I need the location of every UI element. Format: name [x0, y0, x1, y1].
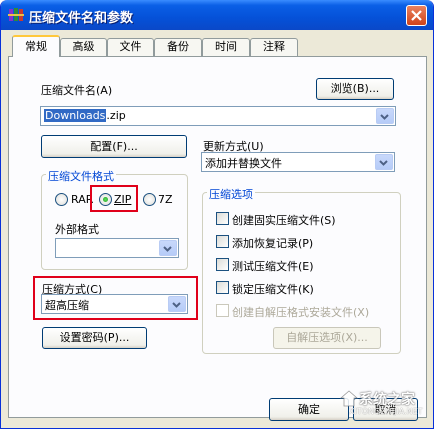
solid-archive-label: 创建固实压缩文件(S): [232, 214, 336, 227]
profiles-button[interactable]: 配置(F)...: [41, 135, 187, 158]
test-archive-label: 测试压缩文件(E): [232, 260, 314, 273]
dropdown-arrow-button[interactable]: [168, 296, 186, 312]
tab-backup[interactable]: 备份: [154, 38, 202, 56]
winrar-icon: [8, 7, 25, 23]
sfx-archive-checkbox[interactable]: [216, 304, 229, 317]
archive-name-combobox[interactable]: Downloads.zip: [40, 106, 396, 126]
chevron-down-icon: [172, 302, 181, 308]
tab-label: 常规: [25, 40, 47, 53]
recovery-record-label: 添加恢复记录(P): [232, 237, 314, 250]
sfx-archive-label: 创建自解压格式安装文件(X): [232, 306, 370, 319]
dropdown-arrow-button[interactable]: [376, 108, 394, 124]
dropdown-arrow-button[interactable]: [159, 240, 177, 256]
compression-method-select[interactable]: 超高压缩: [41, 294, 188, 314]
update-mode-value: 添加并替换文件: [205, 157, 282, 170]
format-7z-label: 7Z: [158, 193, 173, 206]
format-zip-label: ZIP: [114, 193, 132, 206]
archive-name-extension: .zip: [106, 109, 126, 122]
sfx-options-button[interactable]: 自解压选项(X)...: [273, 327, 381, 349]
tab-time[interactable]: 时间: [202, 38, 250, 56]
tab-advanced[interactable]: 高级: [60, 38, 107, 56]
chevron-down-icon: [163, 246, 172, 252]
close-icon: [411, 10, 422, 21]
archive-name-value: Downloads.zip: [44, 109, 126, 122]
update-mode-select[interactable]: 添加并替换文件: [201, 152, 395, 172]
browse-button[interactable]: 浏览(B)...: [316, 78, 394, 100]
tab-files[interactable]: 文件: [107, 38, 154, 56]
close-button[interactable]: [406, 5, 427, 26]
recovery-record-checkbox[interactable]: [216, 235, 229, 248]
format-7z-radio[interactable]: [143, 193, 156, 206]
tab-comment[interactable]: 注释: [250, 38, 298, 56]
tab-label: 高级: [72, 40, 95, 53]
lock-archive-checkbox[interactable]: [216, 281, 229, 294]
tab-label: 备份: [167, 40, 189, 53]
archive-format-group-title: 压缩文件格式: [46, 168, 116, 184]
compression-method-value: 超高压缩: [45, 299, 89, 312]
tab-label: 时间: [215, 40, 237, 53]
title-bar[interactable]: 压缩文件名和参数: [1, 0, 433, 30]
dialog-window: 压缩文件名和参数 常规 高级 文件 备份 时间 注释 压缩文件名(A) 浏览(B…: [0, 0, 434, 429]
tab-general[interactable]: 常规: [12, 35, 60, 57]
chevron-down-icon: [380, 114, 389, 120]
window-title: 压缩文件名和参数: [29, 10, 134, 25]
test-archive-checkbox[interactable]: [216, 258, 229, 271]
set-password-button[interactable]: 设置密码(P)...: [42, 327, 147, 349]
archive-name-selected-text: Downloads: [44, 109, 107, 122]
archive-name-label: 压缩文件名(A): [41, 84, 113, 97]
lock-archive-label: 锁定压缩文件(K): [232, 283, 314, 296]
external-format-label: 外部格式: [55, 223, 99, 236]
format-zip-radio[interactable]: [99, 193, 112, 206]
external-format-select[interactable]: [55, 238, 179, 258]
tab-label: 注释: [263, 40, 285, 53]
watermark-subtext: XITONGZHIJIA.NET: [349, 407, 423, 416]
watermark-logo: 系统之家 XITONGZHIJIA.NET: [337, 385, 433, 419]
format-rar-radio[interactable]: [55, 193, 68, 206]
watermark-text: 系统之家: [359, 392, 415, 408]
house-logo-icon: [339, 390, 359, 407]
archiving-options-group-title: 压缩选项: [207, 186, 255, 202]
tab-label: 文件: [119, 40, 142, 53]
dropdown-arrow-button[interactable]: [375, 154, 393, 170]
solid-archive-checkbox[interactable]: [216, 212, 229, 225]
chevron-down-icon: [379, 160, 388, 166]
